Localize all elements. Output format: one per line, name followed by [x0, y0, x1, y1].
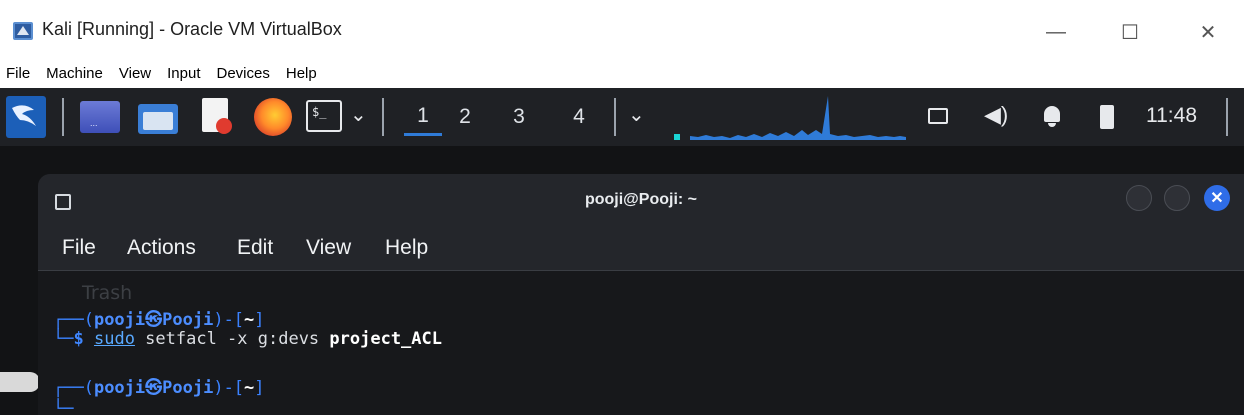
network-icon[interactable]	[928, 108, 948, 124]
notification-bell-icon[interactable]	[1042, 104, 1062, 128]
firefox-icon[interactable]	[254, 98, 292, 136]
terminal-menu-help[interactable]: Help	[385, 236, 428, 260]
workspace-3[interactable]: 3	[500, 98, 538, 136]
terminal-titlebar[interactable]: pooji@Pooji: ~	[38, 174, 1244, 230]
terminal-menu-actions[interactable]: Actions	[127, 236, 196, 260]
terminal-menubar: File Actions Edit View Help	[38, 230, 1244, 270]
panel-separator	[614, 98, 616, 136]
panel-separator	[1226, 98, 1228, 136]
close-button[interactable]: ✕	[1188, 14, 1228, 50]
trash-label: Trash	[82, 282, 133, 304]
partial-line: └─	[53, 399, 74, 415]
panel-separator	[62, 98, 64, 136]
terminal-close-button[interactable]: ✕	[1204, 185, 1230, 211]
chevron-down-icon[interactable]: ⌄	[350, 102, 367, 127]
panel-separator	[382, 98, 384, 136]
prompt-line: ┌──(pooji㉿Pooji)-[~]	[53, 378, 265, 398]
workspace-4[interactable]: 4	[560, 98, 598, 136]
vbox-menu-machine[interactable]: Machine	[46, 65, 103, 82]
terminal-title: pooji@Pooji: ~	[584, 191, 698, 208]
vbox-menu-view[interactable]: View	[119, 65, 151, 82]
kali-panel: ... $_ ⌄ 1 2 3 4 ⌄ ◀︎) 11:48	[0, 88, 1244, 146]
terminal-window[interactable]: pooji@Pooji: ~ File Actions Edit View He…	[38, 174, 1244, 415]
terminal-menu-file[interactable]: File	[62, 236, 96, 260]
prompt-line: ┌──(pooji㉿Pooji)-[~]	[53, 310, 265, 330]
minimize-button[interactable]: —	[1036, 14, 1076, 50]
terminal-minimize-button[interactable]	[1126, 185, 1152, 211]
cpu-graph	[674, 96, 906, 140]
volume-icon[interactable]: ◀︎)	[984, 102, 1008, 128]
terminal-maximize-button[interactable]	[1164, 185, 1190, 211]
terminal-output[interactable]: ┌──(pooji㉿Pooji)-[~] └─$ sudo setfacl -x…	[38, 271, 1244, 415]
vbox-menu-help[interactable]: Help	[286, 65, 317, 82]
host-titlebar: Kali [Running] - Oracle VM VirtualBox — …	[0, 0, 1244, 58]
terminal-menu-edit[interactable]: Edit	[237, 236, 273, 260]
text-editor-icon[interactable]	[200, 98, 234, 136]
desktop-icon[interactable]: ...	[80, 101, 120, 133]
desktop-swoosh	[0, 372, 40, 392]
chevron-down-icon[interactable]: ⌄	[628, 102, 645, 127]
command-line: └─$ sudo setfacl -x g:devs project_ACL	[53, 329, 442, 349]
terminal-icon[interactable]: $_	[306, 100, 342, 132]
terminal-menu-view[interactable]: View	[306, 236, 351, 260]
battery-icon[interactable]	[1100, 105, 1114, 129]
workspace-1[interactable]: 1	[404, 98, 442, 136]
vbox-menu-input[interactable]: Input	[167, 65, 200, 82]
file-manager-icon[interactable]	[138, 100, 178, 134]
maximize-button[interactable]: ☐	[1110, 14, 1150, 50]
virtualbox-icon	[13, 22, 33, 40]
workspace-2[interactable]: 2	[446, 98, 484, 136]
vbox-menu-devices[interactable]: Devices	[217, 65, 270, 82]
kali-menu-icon[interactable]	[6, 96, 46, 138]
vbox-menu-file[interactable]: File	[6, 65, 30, 82]
clock[interactable]: 11:48	[1146, 104, 1197, 128]
vbox-menubar: File Machine View Input Devices Help	[0, 58, 1244, 88]
window-title: Kali [Running] - Oracle VM VirtualBox	[42, 19, 342, 39]
